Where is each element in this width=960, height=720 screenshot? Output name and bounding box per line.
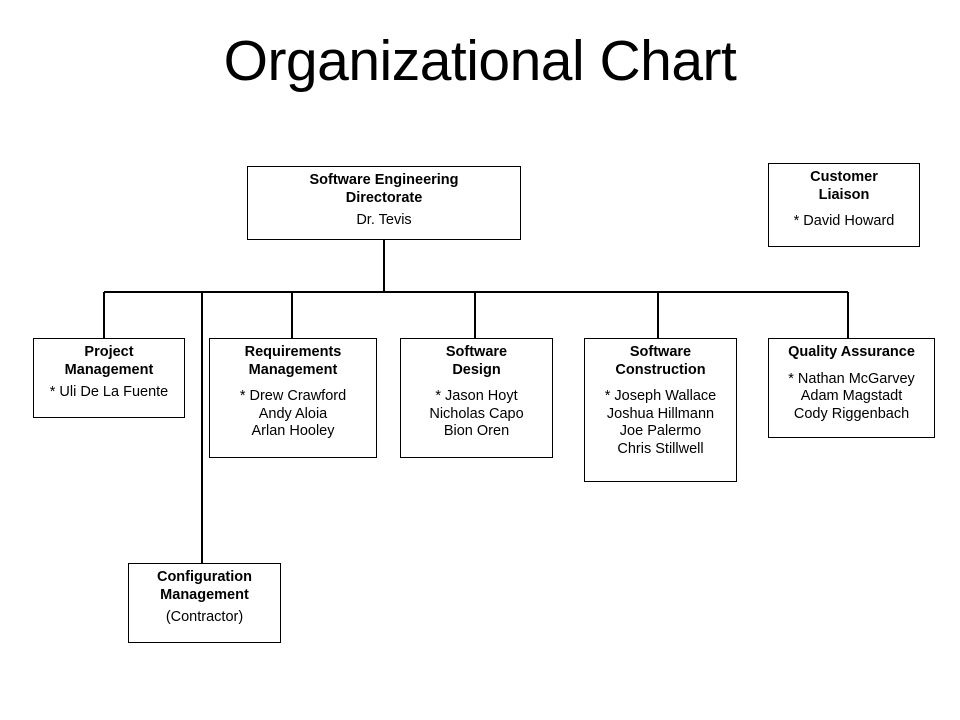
node-members: Dr. Tevis xyxy=(356,212,412,228)
org-chart-canvas: Organizational Chart Software Engineerin… xyxy=(0,0,960,720)
node-customer-liaison[interactable]: Customer Liaison * David Howard xyxy=(768,163,920,247)
node-title: Project Management xyxy=(64,344,154,378)
node-members: * Jason Hoyt Nicholas Capo Bion Oren xyxy=(429,388,524,439)
node-quality-assurance[interactable]: Quality Assurance * Nathan McGarvey Adam… xyxy=(768,338,935,438)
node-requirements-management[interactable]: Requirements Management * Drew Crawford … xyxy=(209,338,377,458)
node-members: (Contractor) xyxy=(165,609,244,625)
node-members: * Drew Crawford Andy Aloia Arlan Hooley xyxy=(239,388,347,439)
node-members: * Nathan McGarvey Adam Magstadt Cody Rig… xyxy=(788,370,915,422)
node-title: Requirements Management xyxy=(244,344,342,378)
node-software-construction[interactable]: Software Construction * Joseph Wallace J… xyxy=(584,338,737,482)
node-project-management[interactable]: Project Management * Uli De La Fuente xyxy=(33,338,185,418)
page-title: Organizational Chart xyxy=(223,29,737,93)
node-title: Customer Liaison xyxy=(810,169,878,203)
node-title: Software Design xyxy=(445,344,508,378)
node-software-design[interactable]: Software Design * Jason Hoyt Nicholas Ca… xyxy=(400,338,553,458)
node-members: * Joseph Wallace Joshua Hillmann Joe Pal… xyxy=(604,388,717,457)
node-title: Quality Assurance xyxy=(788,344,915,360)
node-members: * David Howard xyxy=(793,213,895,229)
node-software-engineering-directorate[interactable]: Software Engineering Directorate Dr. Tev… xyxy=(247,166,521,240)
node-configuration-management[interactable]: Configuration Management (Contractor) xyxy=(128,563,281,643)
node-title: Software Engineering Directorate xyxy=(309,172,459,206)
node-members: * Uli De La Fuente xyxy=(49,384,169,400)
node-title: Software Construction xyxy=(615,344,706,378)
node-title: Configuration Management xyxy=(156,569,253,603)
